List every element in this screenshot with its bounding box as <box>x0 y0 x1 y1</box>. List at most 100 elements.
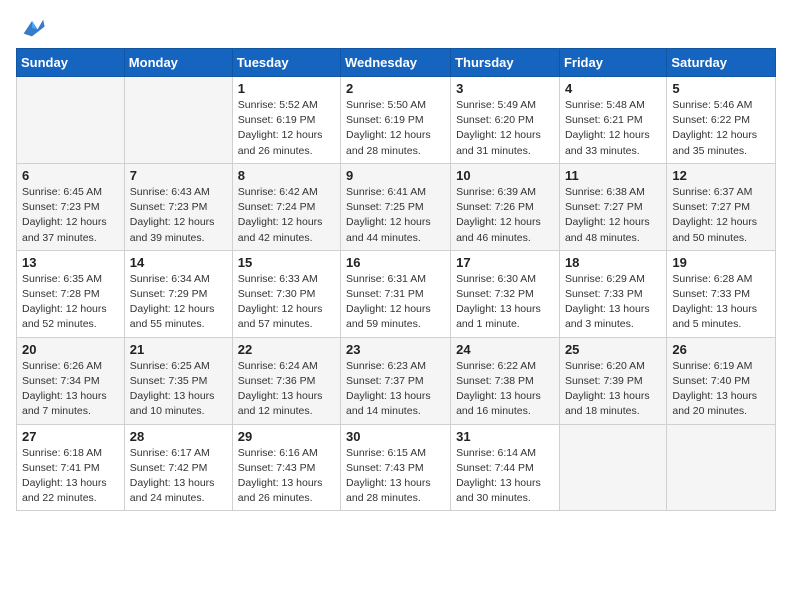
weekday-header-thursday: Thursday <box>451 49 560 77</box>
day-info: Sunrise: 6:19 AM Sunset: 7:40 PM Dayligh… <box>672 359 770 420</box>
calendar-cell: 25Sunrise: 6:20 AM Sunset: 7:39 PM Dayli… <box>559 337 666 424</box>
calendar-cell: 27 Sunrise: 6:18 AM Sunset: 7:41 PM Dayli… <box>17 424 125 511</box>
page: SundayMondayTuesdayWednesdayThursdayFrid… <box>0 0 792 612</box>
day-number: 27 <box>22 429 119 444</box>
day-number: 19 <box>672 255 770 270</box>
day-info: Sunrise: 6:39 AM Sunset: 7:26 PM Dayligh… <box>456 185 554 246</box>
calendar-cell: 29Sunrise: 6:16 AM Sunset: 7:43 PM Dayli… <box>232 424 340 511</box>
calendar-cell: 4Sunrise: 5:48 AM Sunset: 6:21 PM Daylig… <box>559 77 666 164</box>
day-number: 15 <box>238 255 335 270</box>
day-number: 29 <box>238 429 335 444</box>
calendar-cell: 21 Sunrise: 6:25 AM Sunset: 7:35 PM Dayli… <box>124 337 232 424</box>
calendar-cell: 16 Sunrise: 6:31 AM Sunset: 7:31 PM Dayli… <box>341 250 451 337</box>
day-info: Sunrise: 6:42 AM Sunset: 7:24 PM Dayligh… <box>238 185 335 246</box>
day-info: Sunrise: 6:45 AM Sunset: 7:23 PM Dayligh… <box>22 185 119 246</box>
calendar-cell: 13 Sunrise: 6:35 AM Sunset: 7:28 PM Dayli… <box>17 250 125 337</box>
day-info: Sunrise: 6:33 AM Sunset: 7:30 PM Dayligh… <box>238 272 335 333</box>
day-info: Sunrise: 6:15 AM Sunset: 7:43 PM Dayligh… <box>346 446 445 507</box>
day-info: Sunrise: 6:38 AM Sunset: 7:27 PM Dayligh… <box>565 185 661 246</box>
calendar-cell: 8 Sunrise: 6:42 AM Sunset: 7:24 PM Daylig… <box>232 163 340 250</box>
day-number: 13 <box>22 255 119 270</box>
day-number: 5 <box>672 81 770 96</box>
day-info: Sunrise: 6:17 AM Sunset: 7:42 PM Dayligh… <box>130 446 227 507</box>
day-info: Sunrise: 6:29 AM Sunset: 7:33 PM Dayligh… <box>565 272 661 333</box>
calendar-week-row: 13 Sunrise: 6:35 AM Sunset: 7:28 PM Dayli… <box>17 250 776 337</box>
day-number: 1 <box>238 81 335 96</box>
calendar-table: SundayMondayTuesdayWednesdayThursdayFrid… <box>16 48 776 511</box>
calendar-cell <box>17 77 125 164</box>
day-info: Sunrise: 6:34 AM Sunset: 7:29 PM Dayligh… <box>130 272 227 333</box>
calendar-cell: 7Sunrise: 6:43 AM Sunset: 7:23 PM Daylig… <box>124 163 232 250</box>
calendar-cell <box>124 77 232 164</box>
calendar-cell: 5Sunrise: 5:46 AM Sunset: 6:22 PM Daylig… <box>667 77 776 164</box>
day-number: 11 <box>565 168 661 183</box>
day-number: 21 <box>130 342 227 357</box>
day-info: Sunrise: 5:52 AM Sunset: 6:19 PM Dayligh… <box>238 98 335 159</box>
day-info: Sunrise: 6:20 AM Sunset: 7:39 PM Dayligh… <box>565 359 661 420</box>
logo-bird-icon <box>18 14 46 42</box>
calendar-cell <box>667 424 776 511</box>
day-number: 28 <box>130 429 227 444</box>
calendar-week-row: 1 Sunrise: 5:52 AM Sunset: 6:19 PM Daylig… <box>17 77 776 164</box>
day-number: 23 <box>346 342 445 357</box>
logo <box>16 14 46 42</box>
day-info: Sunrise: 6:30 AM Sunset: 7:32 PM Dayligh… <box>456 272 554 333</box>
day-number: 8 <box>238 168 335 183</box>
weekday-header-friday: Friday <box>559 49 666 77</box>
header <box>16 10 776 42</box>
calendar-cell: 17 Sunrise: 6:30 AM Sunset: 7:32 PM Dayli… <box>451 250 560 337</box>
day-number: 7 <box>130 168 227 183</box>
calendar-cell: 20 Sunrise: 6:26 AM Sunset: 7:34 PM Dayli… <box>17 337 125 424</box>
calendar-cell: 12 Sunrise: 6:37 AM Sunset: 7:27 PM Dayli… <box>667 163 776 250</box>
calendar-cell: 10 Sunrise: 6:39 AM Sunset: 7:26 PM Dayli… <box>451 163 560 250</box>
day-info: Sunrise: 6:25 AM Sunset: 7:35 PM Dayligh… <box>130 359 227 420</box>
day-number: 20 <box>22 342 119 357</box>
day-info: Sunrise: 6:37 AM Sunset: 7:27 PM Dayligh… <box>672 185 770 246</box>
calendar-cell: 22 Sunrise: 6:24 AM Sunset: 7:36 PM Dayli… <box>232 337 340 424</box>
day-number: 9 <box>346 168 445 183</box>
calendar-week-row: 20 Sunrise: 6:26 AM Sunset: 7:34 PM Dayli… <box>17 337 776 424</box>
day-number: 12 <box>672 168 770 183</box>
day-info: Sunrise: 6:23 AM Sunset: 7:37 PM Dayligh… <box>346 359 445 420</box>
day-info: Sunrise: 6:35 AM Sunset: 7:28 PM Dayligh… <box>22 272 119 333</box>
calendar-cell: 23 Sunrise: 6:23 AM Sunset: 7:37 PM Dayli… <box>341 337 451 424</box>
calendar-cell <box>559 424 666 511</box>
calendar-cell: 19 Sunrise: 6:28 AM Sunset: 7:33 PM Dayli… <box>667 250 776 337</box>
calendar-week-row: 6Sunrise: 6:45 AM Sunset: 7:23 PM Daylig… <box>17 163 776 250</box>
day-number: 24 <box>456 342 554 357</box>
day-info: Sunrise: 5:50 AM Sunset: 6:19 PM Dayligh… <box>346 98 445 159</box>
calendar-cell: 1 Sunrise: 5:52 AM Sunset: 6:19 PM Daylig… <box>232 77 340 164</box>
calendar-cell: 18Sunrise: 6:29 AM Sunset: 7:33 PM Dayli… <box>559 250 666 337</box>
day-info: Sunrise: 6:24 AM Sunset: 7:36 PM Dayligh… <box>238 359 335 420</box>
day-info: Sunrise: 6:14 AM Sunset: 7:44 PM Dayligh… <box>456 446 554 507</box>
calendar-cell: 14 Sunrise: 6:34 AM Sunset: 7:29 PM Dayli… <box>124 250 232 337</box>
day-number: 26 <box>672 342 770 357</box>
weekday-header-row: SundayMondayTuesdayWednesdayThursdayFrid… <box>17 49 776 77</box>
day-info: Sunrise: 6:26 AM Sunset: 7:34 PM Dayligh… <box>22 359 119 420</box>
day-info: Sunrise: 6:18 AM Sunset: 7:41 PM Dayligh… <box>22 446 119 507</box>
calendar-cell: 31Sunrise: 6:14 AM Sunset: 7:44 PM Dayli… <box>451 424 560 511</box>
weekday-header-tuesday: Tuesday <box>232 49 340 77</box>
day-info: Sunrise: 6:22 AM Sunset: 7:38 PM Dayligh… <box>456 359 554 420</box>
day-number: 10 <box>456 168 554 183</box>
day-info: Sunrise: 5:48 AM Sunset: 6:21 PM Dayligh… <box>565 98 661 159</box>
day-number: 22 <box>238 342 335 357</box>
calendar-cell: 9Sunrise: 6:41 AM Sunset: 7:25 PM Daylig… <box>341 163 451 250</box>
day-info: Sunrise: 6:31 AM Sunset: 7:31 PM Dayligh… <box>346 272 445 333</box>
calendar-cell: 6Sunrise: 6:45 AM Sunset: 7:23 PM Daylig… <box>17 163 125 250</box>
day-number: 17 <box>456 255 554 270</box>
weekday-header-saturday: Saturday <box>667 49 776 77</box>
calendar-cell: 30 Sunrise: 6:15 AM Sunset: 7:43 PM Dayli… <box>341 424 451 511</box>
calendar-cell: 11 Sunrise: 6:38 AM Sunset: 7:27 PM Dayli… <box>559 163 666 250</box>
calendar-cell: 2Sunrise: 5:50 AM Sunset: 6:19 PM Daylig… <box>341 77 451 164</box>
weekday-header-sunday: Sunday <box>17 49 125 77</box>
day-number: 3 <box>456 81 554 96</box>
calendar-week-row: 27 Sunrise: 6:18 AM Sunset: 7:41 PM Dayli… <box>17 424 776 511</box>
weekday-header-wednesday: Wednesday <box>341 49 451 77</box>
weekday-header-monday: Monday <box>124 49 232 77</box>
day-number: 30 <box>346 429 445 444</box>
calendar-cell: 24 Sunrise: 6:22 AM Sunset: 7:38 PM Dayli… <box>451 337 560 424</box>
day-number: 14 <box>130 255 227 270</box>
day-number: 16 <box>346 255 445 270</box>
day-info: Sunrise: 6:28 AM Sunset: 7:33 PM Dayligh… <box>672 272 770 333</box>
